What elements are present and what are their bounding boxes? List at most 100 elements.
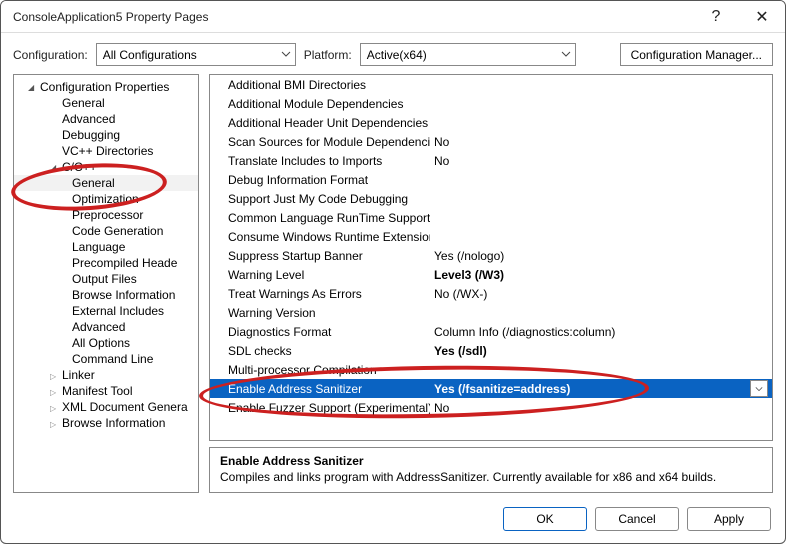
tree-item[interactable]: Code Generation [14,223,198,239]
description-body: Compiles and links program with AddressS… [220,470,762,484]
tree-label: Browse Information [62,416,165,430]
grid-key: SDL checks [210,344,430,358]
tree-item[interactable]: General [14,95,198,111]
expander-icon[interactable] [50,160,60,174]
cancel-button[interactable]: Cancel [595,507,679,531]
grid-row[interactable]: Diagnostics FormatColumn Info (/diagnost… [210,322,772,341]
chevron-down-icon [281,49,291,59]
grid-row[interactable]: Scan Sources for Module DependenciesNo [210,132,772,151]
config-row: Configuration: All Configurations Platfo… [1,33,785,74]
help-button[interactable]: ? [693,1,739,33]
tree-label: Code Generation [72,224,163,238]
tree-item[interactable]: Manifest Tool [14,383,198,399]
apply-button[interactable]: Apply [687,507,771,531]
grid-row[interactable]: Support Just My Code Debugging [210,189,772,208]
grid-row[interactable]: Common Language RunTime Support [210,208,772,227]
tree-ccpp[interactable]: C/C++ [14,159,198,175]
grid-row[interactable]: Consume Windows Runtime Extension [210,227,772,246]
grid-row[interactable]: Suppress Startup BannerYes (/nologo) [210,246,772,265]
expander-icon[interactable] [50,416,60,430]
tree-item[interactable]: Browse Information [14,287,198,303]
tree-item[interactable]: General [14,175,198,191]
grid-row[interactable]: Enable Address SanitizerYes (/fsanitize=… [210,379,772,398]
tree-item[interactable]: All Options [14,335,198,351]
close-button[interactable]: ✕ [739,1,785,33]
nav-tree[interactable]: Configuration Properties General Advanced… [13,74,199,493]
platform-combo[interactable]: Active(x64) [360,43,576,66]
tree-label: General [72,176,115,190]
help-icon: ? [712,8,721,26]
tree-label: Precompiled Heade [72,256,177,270]
tree-item[interactable]: External Includes [14,303,198,319]
grid-key: Multi-processor Compilation [210,363,430,377]
tree-item[interactable]: VC++ Directories [14,143,198,159]
grid-row[interactable]: Translate Includes to ImportsNo [210,151,772,170]
configuration-label: Configuration: [13,48,88,62]
grid-value: Yes (/fsanitize=address) [430,382,750,396]
grid-value: No [430,401,772,415]
grid-value: Level3 (/W3) [430,268,772,282]
grid-key: Translate Includes to Imports [210,154,430,168]
tree-item[interactable]: Optimization [14,191,198,207]
grid-row[interactable]: Warning Version [210,303,772,322]
tree-item[interactable]: Precompiled Heade [14,255,198,271]
tree-label: Language [72,240,125,254]
grid-row[interactable]: Enable Fuzzer Support (Experimental)No [210,398,772,417]
description-box: Enable Address Sanitizer Compiles and li… [209,447,773,493]
tree-label: Command Line [72,352,153,366]
grid-key: Warning Level [210,268,430,282]
configuration-manager-label: Configuration Manager... [631,48,762,62]
grid-row[interactable]: Warning LevelLevel3 (/W3) [210,265,772,284]
grid-value: No (/WX-) [430,287,772,301]
grid-row[interactable]: Debug Information Format [210,170,772,189]
grid-row[interactable]: Multi-processor Compilation [210,360,772,379]
grid-key: Common Language RunTime Support [210,211,430,225]
tree-root[interactable]: Configuration Properties [14,79,198,95]
description-title: Enable Address Sanitizer [220,454,762,468]
tree-label: Configuration Properties [40,80,169,94]
tree-item[interactable]: Browse Information [14,415,198,431]
tree-item[interactable]: Output Files [14,271,198,287]
property-pages-window: ConsoleApplication5 Property Pages ? ✕ C… [0,0,786,544]
dropdown-button[interactable] [750,380,768,397]
tree-item[interactable]: Language [14,239,198,255]
dialog-buttons: OK Cancel Apply [1,501,785,543]
platform-value: Active(x64) [367,48,427,62]
tree-item[interactable]: Advanced [14,319,198,335]
grid-row[interactable]: Additional Module Dependencies [210,94,772,113]
property-grid[interactable]: Additional BMI Directories Additional Mod… [209,74,773,441]
tree-item[interactable]: Command Line [14,351,198,367]
grid-row[interactable]: Additional BMI Directories [210,75,772,94]
tree-label: Advanced [72,320,125,334]
grid-value: Column Info (/diagnostics:column) [430,325,772,339]
tree-item[interactable]: Preprocessor [14,207,198,223]
tree-item[interactable]: Debugging [14,127,198,143]
tree-label: Manifest Tool [62,384,132,398]
ok-button[interactable]: OK [503,507,587,531]
grid-key: Additional Module Dependencies [210,97,430,111]
expander-icon[interactable] [50,368,60,382]
tree-item[interactable]: XML Document Genera [14,399,198,415]
grid-key: Additional BMI Directories [210,78,430,92]
tree-item[interactable]: Linker [14,367,198,383]
expander-icon[interactable] [50,400,60,414]
grid-value: Yes (/sdl) [430,344,772,358]
grid-value: No [430,154,772,168]
grid-value: No [430,135,772,149]
grid-row[interactable]: SDL checksYes (/sdl) [210,341,772,360]
tree-label: Output Files [72,272,137,286]
expander-icon[interactable] [28,80,38,94]
grid-key: Treat Warnings As Errors [210,287,430,301]
configuration-combo[interactable]: All Configurations [96,43,296,66]
grid-row[interactable]: Treat Warnings As ErrorsNo (/WX-) [210,284,772,303]
grid-row[interactable]: Additional Header Unit Dependencies [210,113,772,132]
grid-key: Support Just My Code Debugging [210,192,430,206]
tree-item[interactable]: Advanced [14,111,198,127]
tree-label: VC++ Directories [62,144,153,158]
tree-label: General [62,96,105,110]
tree-label: Advanced [62,112,115,126]
grid-key: Enable Address Sanitizer [210,382,430,396]
configuration-manager-button[interactable]: Configuration Manager... [620,43,773,66]
tree-label: Debugging [62,128,120,142]
expander-icon[interactable] [50,384,60,398]
